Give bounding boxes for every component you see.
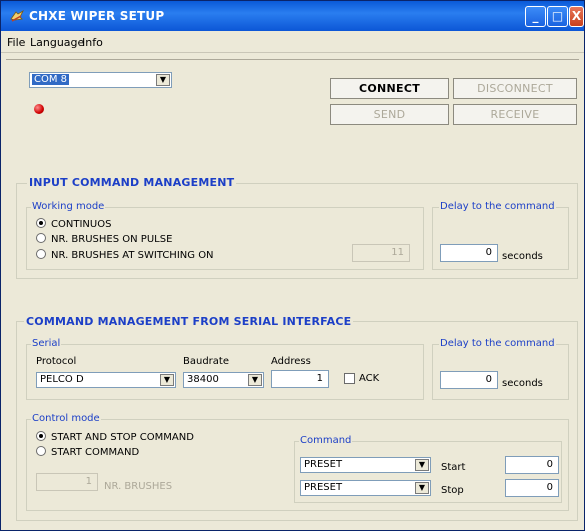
working-mode-label: Working mode [31, 201, 106, 212]
chevron-down-icon[interactable]: ▼ [160, 374, 174, 386]
start-command-value: PRESET [304, 459, 343, 470]
minimize-button[interactable]: _ [525, 6, 546, 27]
radio-button[interactable] [36, 249, 46, 259]
com-port-value: COM 8 [32, 74, 70, 85]
command-label: Command [299, 435, 353, 446]
maximize-button[interactable]: □ [547, 6, 568, 27]
address-label: Address [271, 356, 311, 367]
protocol-value: PELCO D [40, 374, 84, 385]
ack-label: ACK [359, 373, 380, 384]
input-delay-label: Delay to the command [439, 201, 556, 212]
start-label: Start [441, 462, 466, 473]
control-brushes-label: NR. BRUSHES [104, 481, 173, 492]
connection-status-led [34, 104, 44, 114]
radio-button[interactable] [36, 233, 46, 243]
title-bar[interactable]: CHXE WIPER SETUP _ □ X [1, 1, 584, 31]
radio-continuos[interactable]: CONTINUOS [36, 218, 111, 230]
baudrate-value: 38400 [187, 374, 219, 385]
close-icon: X [571, 9, 582, 23]
receive-button[interactable]: RECEIVE [453, 104, 577, 125]
working-brushes-input[interactable]: 11 [352, 244, 410, 262]
menu-info[interactable]: Info [82, 36, 103, 49]
app-icon [10, 9, 24, 22]
maximize-icon: □ [551, 9, 564, 23]
baudrate-label: Baudrate [183, 356, 229, 367]
radio-brushes-on-pulse[interactable]: NR. BRUSHES ON PULSE [36, 233, 172, 245]
serial-delay-label: Delay to the command [439, 338, 556, 349]
minimize-icon: _ [532, 9, 539, 23]
chevron-down-icon[interactable]: ▼ [156, 74, 170, 86]
start-command-select[interactable]: PRESET ▼ [300, 457, 431, 473]
input-delay-unit: seconds [502, 251, 543, 262]
menu-bar: File Language Info [1, 32, 584, 53]
chevron-down-icon[interactable]: ▼ [248, 374, 262, 386]
stop-value-input[interactable]: 0 [505, 479, 559, 497]
control-brushes-input[interactable]: 1 [36, 473, 98, 491]
serial-delay-field[interactable]: 0 [440, 371, 498, 389]
close-button[interactable]: X [569, 6, 584, 27]
radio-brushes-at-switching-on-label: NR. BRUSHES AT SWITCHING ON [51, 250, 214, 261]
radio-continuos-label: CONTINUOS [51, 219, 112, 230]
radio-start-and-stop-command[interactable]: START AND STOP COMMAND [36, 431, 194, 443]
stop-command-select[interactable]: PRESET ▼ [300, 480, 431, 496]
send-button[interactable]: SEND [330, 104, 449, 125]
window-title: CHXE WIPER SETUP [29, 9, 165, 23]
radio-button[interactable] [36, 446, 46, 456]
connect-button[interactable]: CONNECT [330, 78, 449, 99]
chevron-down-icon[interactable]: ▼ [415, 482, 429, 494]
menu-language[interactable]: Language [30, 36, 84, 49]
radio-start-command-label: START COMMAND [51, 447, 140, 458]
start-value-input[interactable]: 0 [505, 456, 559, 474]
stop-label: Stop [441, 485, 464, 496]
disconnect-button[interactable]: DISCONNECT [453, 78, 577, 99]
com-port-select[interactable]: COM 8 ▼ [29, 72, 172, 88]
stop-command-value: PRESET [304, 482, 343, 493]
address-input[interactable]: 1 [271, 370, 329, 388]
ack-checkbox[interactable] [344, 373, 355, 384]
app-window: CHXE WIPER SETUP _ □ X File Language Inf… [0, 0, 585, 531]
control-mode-label: Control mode [31, 413, 101, 424]
protocol-select[interactable]: PELCO D ▼ [36, 372, 176, 388]
baudrate-select[interactable]: 38400 ▼ [183, 372, 264, 388]
radio-start-command[interactable]: START COMMAND [36, 446, 139, 458]
radio-brushes-at-switching-on[interactable]: NR. BRUSHES AT SWITCHING ON [36, 249, 214, 261]
serial-label: Serial [31, 338, 62, 349]
radio-button[interactable] [36, 218, 46, 228]
radio-start-and-stop-label: START AND STOP COMMAND [51, 432, 194, 443]
serial-command-title: COMMAND MANAGEMENT FROM SERIAL INTERFACE [24, 315, 354, 328]
input-command-title: INPUT COMMAND MANAGEMENT [27, 176, 237, 189]
protocol-label: Protocol [36, 356, 77, 367]
serial-delay-unit: seconds [502, 378, 543, 389]
radio-button[interactable] [36, 431, 46, 441]
chevron-down-icon[interactable]: ▼ [415, 459, 429, 471]
input-delay-field[interactable]: 0 [440, 244, 498, 262]
radio-brushes-on-pulse-label: NR. BRUSHES ON PULSE [51, 234, 173, 245]
menu-file[interactable]: File [7, 36, 25, 49]
